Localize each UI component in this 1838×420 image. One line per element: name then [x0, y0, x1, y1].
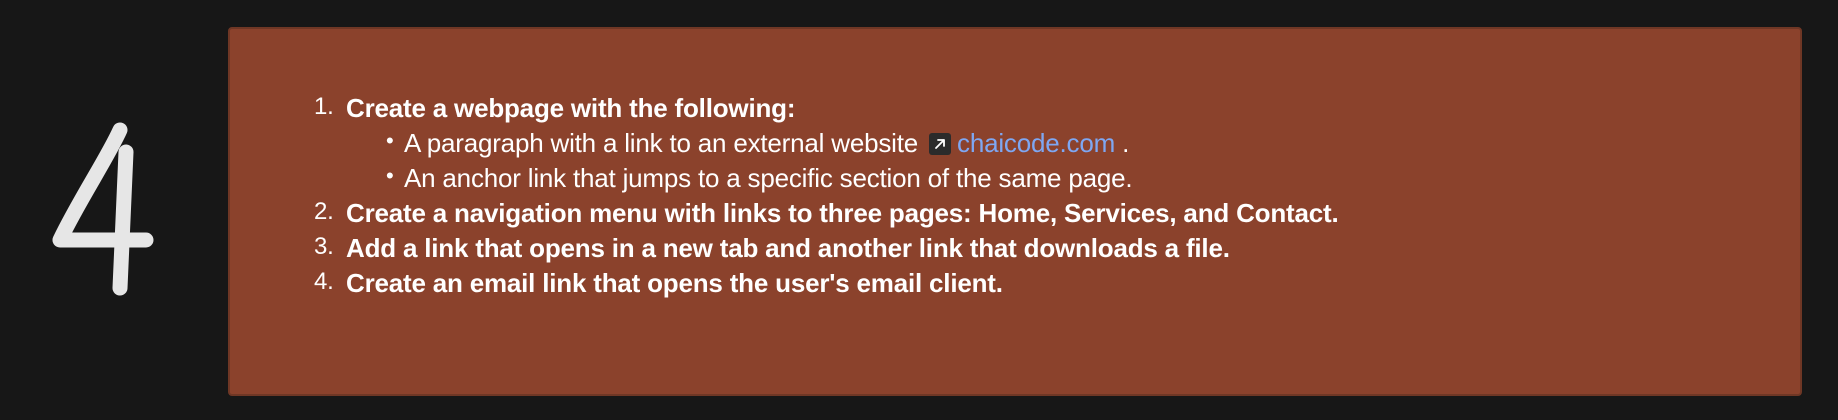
subtask-text-end: . [1122, 128, 1130, 158]
task-number: 4. [314, 268, 334, 295]
subtask-item-1: • A paragraph with a link to an external… [384, 126, 1338, 161]
subtask-list: • A paragraph with a link to an external… [346, 126, 1338, 196]
task-item-2: 2. Create a navigation menu with links t… [314, 196, 1339, 231]
task-number: 2. [314, 198, 334, 225]
task-item-4: 4. Create an email link that opens the u… [314, 266, 1338, 301]
task-title: Add a link that opens in a new tab and a… [346, 233, 1230, 263]
subtask-text: An anchor link that jumps to a specific … [404, 163, 1133, 193]
subtask-text: A paragraph with a link to an external w… [404, 128, 918, 158]
task-title: Create an email link that opens the user… [346, 268, 1003, 298]
task-item-3: 3. Add a link that opens in a new tab an… [314, 231, 1338, 266]
task-list: 1. Create a webpage with the following: … [314, 91, 1339, 301]
task-item-1: 1. Create a webpage with the following: … [314, 91, 1338, 196]
chaicode-link[interactable]: chaicode.com [957, 128, 1115, 158]
slide: 4 1. Create a webpage with the following… [0, 0, 1838, 420]
task-number: 3. [314, 233, 334, 260]
external-link-icon[interactable] [929, 133, 952, 155]
task-card: 1. Create a webpage with the following: … [228, 27, 1802, 396]
slide-number-4: 4 [52, 122, 154, 296]
task-title: Create a navigation menu with links to t… [346, 198, 1339, 228]
task-title: Create a webpage with the following: [346, 93, 796, 123]
bullet-icon: • [386, 128, 394, 153]
subtask-item-2: • An anchor link that jumps to a specifi… [384, 161, 1338, 196]
task-number: 1. [314, 93, 334, 120]
bullet-icon: • [386, 163, 394, 188]
